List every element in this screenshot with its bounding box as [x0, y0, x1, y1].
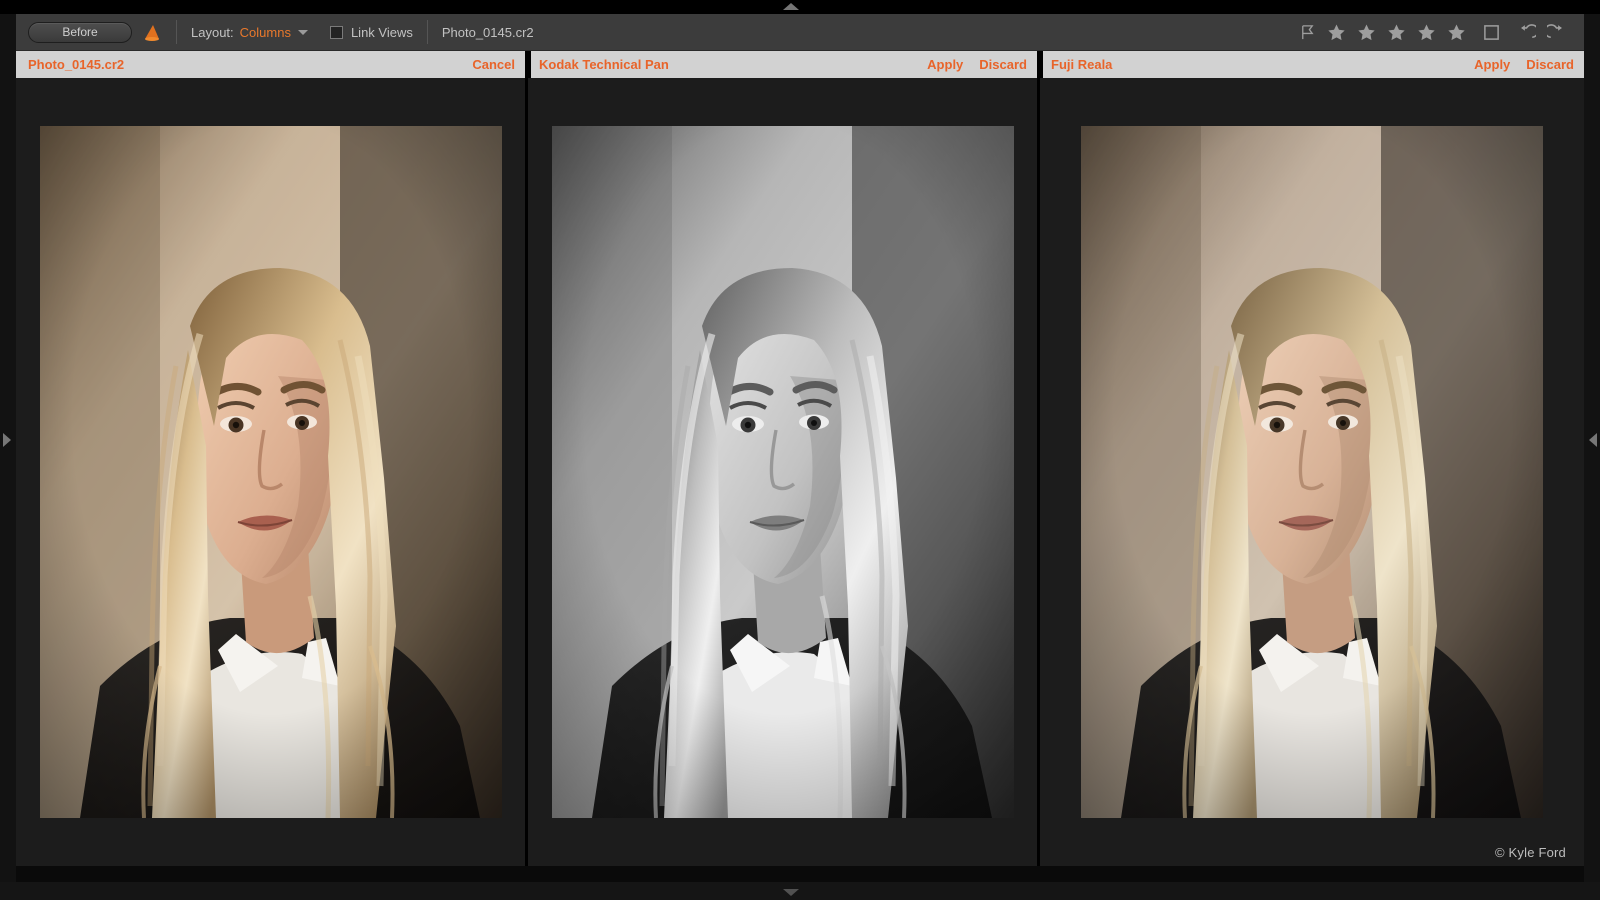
- redo-icon[interactable]: [1547, 23, 1566, 42]
- toolbar-divider-1: [176, 20, 177, 44]
- panel-expand-right-icon[interactable]: [3, 433, 11, 447]
- toolbar-left-group: Before Layout: Columns Link Views Photo_…: [16, 14, 534, 50]
- star-icon-4[interactable]: [1417, 23, 1436, 42]
- portrait-fuji-reala-color[interactable]: [1081, 126, 1543, 818]
- compare-panels: Photo_0145.cr2 Cancel Kodak Technical Pa…: [16, 51, 1584, 866]
- link-views-label: Link Views: [350, 24, 413, 40]
- compare-panel-3[interactable]: Fuji Reala Apply Discard © Kyle Ford: [1040, 51, 1584, 866]
- apply-button-2[interactable]: Apply: [927, 57, 963, 72]
- discard-button-2[interactable]: Discard: [979, 57, 1027, 72]
- cone-icon[interactable]: [140, 21, 162, 43]
- chevron-down-icon[interactable]: [297, 29, 308, 35]
- compare-panel-1[interactable]: Photo_0145.cr2 Cancel: [16, 51, 528, 866]
- discard-button-3[interactable]: Discard: [1526, 57, 1574, 72]
- copyright-text: © Kyle Ford: [1494, 845, 1566, 860]
- link-views-checkbox[interactable]: [329, 25, 343, 39]
- panel-collapse-down-icon[interactable]: [783, 889, 799, 896]
- panel-title-2: Kodak Technical Pan: [539, 57, 669, 72]
- color-label-icon[interactable]: [1483, 24, 1500, 41]
- window-bottom-edge: [0, 882, 1600, 900]
- cancel-button[interactable]: Cancel: [472, 57, 515, 72]
- panel-expand-left-icon[interactable]: [1589, 433, 1597, 447]
- panel-title-1: Photo_0145.cr2: [28, 57, 125, 72]
- flag-icon[interactable]: [1299, 24, 1316, 41]
- layout-value[interactable]: Columns: [240, 25, 291, 40]
- portrait-original-color[interactable]: [39, 126, 502, 818]
- panel-body-2[interactable]: [528, 78, 1037, 866]
- panel-header-3: Fuji Reala Apply Discard: [1040, 51, 1584, 78]
- apply-button-3[interactable]: Apply: [1474, 57, 1510, 72]
- compare-panel-2[interactable]: Kodak Technical Pan Apply Discard: [528, 51, 1040, 866]
- window-left-edge: [0, 14, 16, 882]
- top-toolbar: Before Layout: Columns Link Views Photo_…: [16, 14, 1584, 51]
- toolbar-divider-2: [426, 20, 428, 44]
- before-button[interactable]: Before: [28, 21, 132, 43]
- link-views-toggle[interactable]: Link Views: [329, 24, 413, 40]
- star-icon-5[interactable]: [1447, 23, 1466, 42]
- compare-view-window: Before Layout: Columns Link Views Photo_…: [0, 0, 1600, 900]
- star-icon-2[interactable]: [1357, 23, 1376, 42]
- panel-header-1: Photo_0145.cr2 Cancel: [16, 51, 525, 78]
- portrait-kodak-technical-pan-bw[interactable]: [551, 126, 1014, 818]
- window-top-edge: [0, 0, 1600, 14]
- current-filename: Photo_0145.cr2: [441, 24, 534, 40]
- toolbar-right-group: [1299, 14, 1584, 50]
- panel-actions-3: Apply Discard: [1474, 57, 1574, 72]
- panel-body-3[interactable]: © Kyle Ford: [1040, 78, 1584, 866]
- layout-label: Layout:: [191, 24, 234, 40]
- undo-icon[interactable]: [1517, 23, 1536, 42]
- panel-actions-2: Apply Discard: [927, 57, 1027, 72]
- star-icon-3[interactable]: [1387, 23, 1406, 42]
- before-button-label: Before: [62, 25, 98, 39]
- panel-header-2: Kodak Technical Pan Apply Discard: [528, 51, 1037, 78]
- window-right-edge: [1584, 14, 1600, 882]
- panel-actions-1: Cancel: [472, 57, 515, 72]
- panel-title-3: Fuji Reala: [1051, 57, 1113, 72]
- star-icon-1[interactable]: [1327, 23, 1346, 42]
- panel-body-1[interactable]: [16, 78, 525, 866]
- panel-collapse-up-icon[interactable]: [783, 3, 799, 10]
